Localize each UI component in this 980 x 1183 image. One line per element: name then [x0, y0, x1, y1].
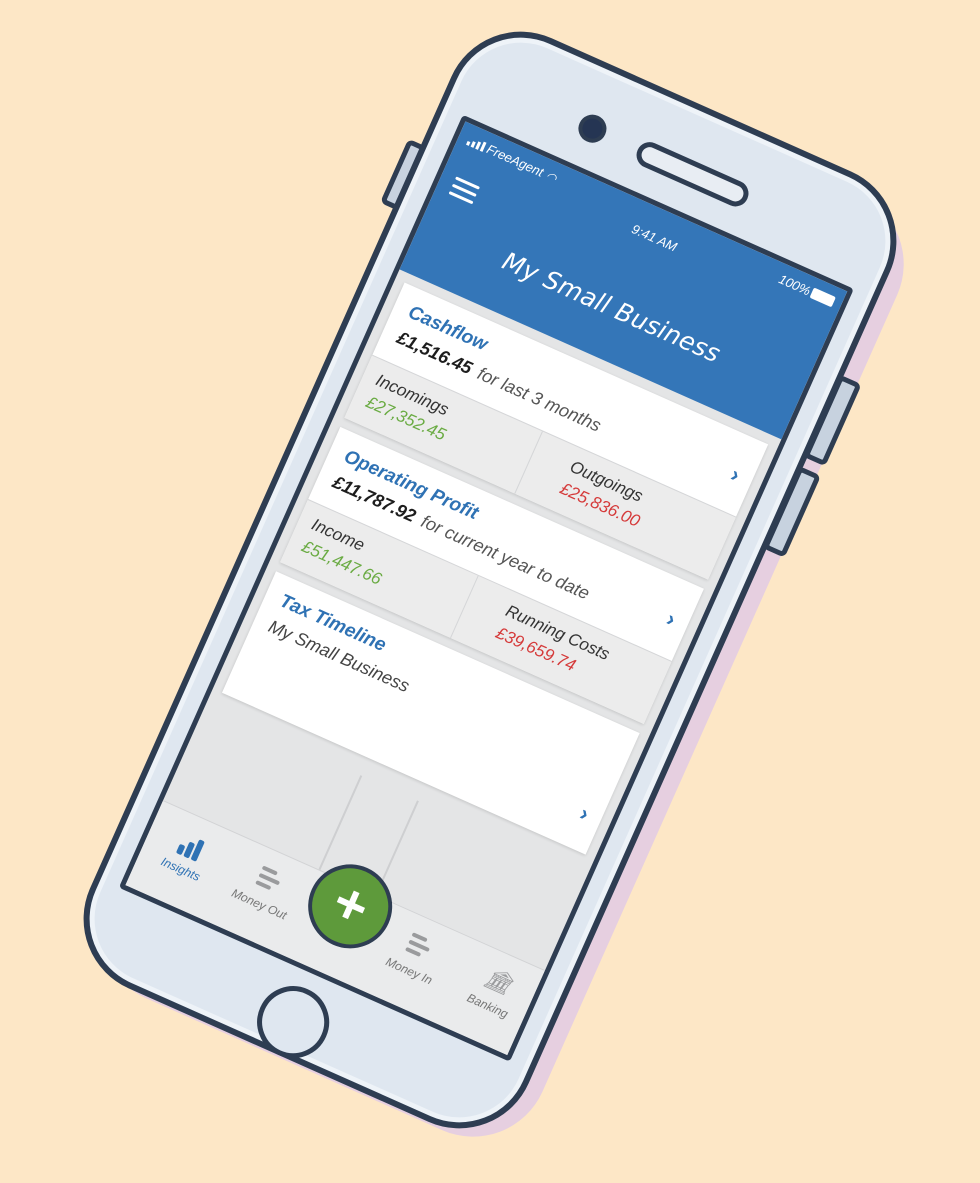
tab-money-in[interactable]: Money In	[370, 917, 463, 993]
list-arrow-icon	[401, 927, 440, 965]
bar-chart-icon	[172, 826, 211, 864]
chevron-right-icon[interactable]: ›	[663, 605, 680, 632]
status-time: 9:41 AM	[629, 221, 680, 255]
menu-icon[interactable]	[448, 176, 481, 205]
wifi-icon: ◠	[543, 168, 559, 186]
plus-icon: +	[323, 868, 379, 940]
status-battery: 100%	[776, 271, 836, 309]
chevron-right-icon[interactable]: ›	[576, 800, 593, 827]
tab-banking[interactable]: 🏛 Banking	[448, 952, 541, 1028]
battery-percent: 100%	[776, 271, 813, 299]
signal-icon	[466, 135, 487, 152]
carrier-label: FreeAgent	[484, 141, 546, 180]
bank-icon: 🏛	[480, 963, 517, 998]
chevron-right-icon[interactable]: ›	[727, 461, 744, 488]
tab-insights[interactable]: Insights	[141, 815, 234, 891]
battery-icon	[809, 287, 836, 308]
list-arrow-icon	[251, 861, 290, 899]
tab-money-out[interactable]: Money Out	[220, 850, 313, 926]
